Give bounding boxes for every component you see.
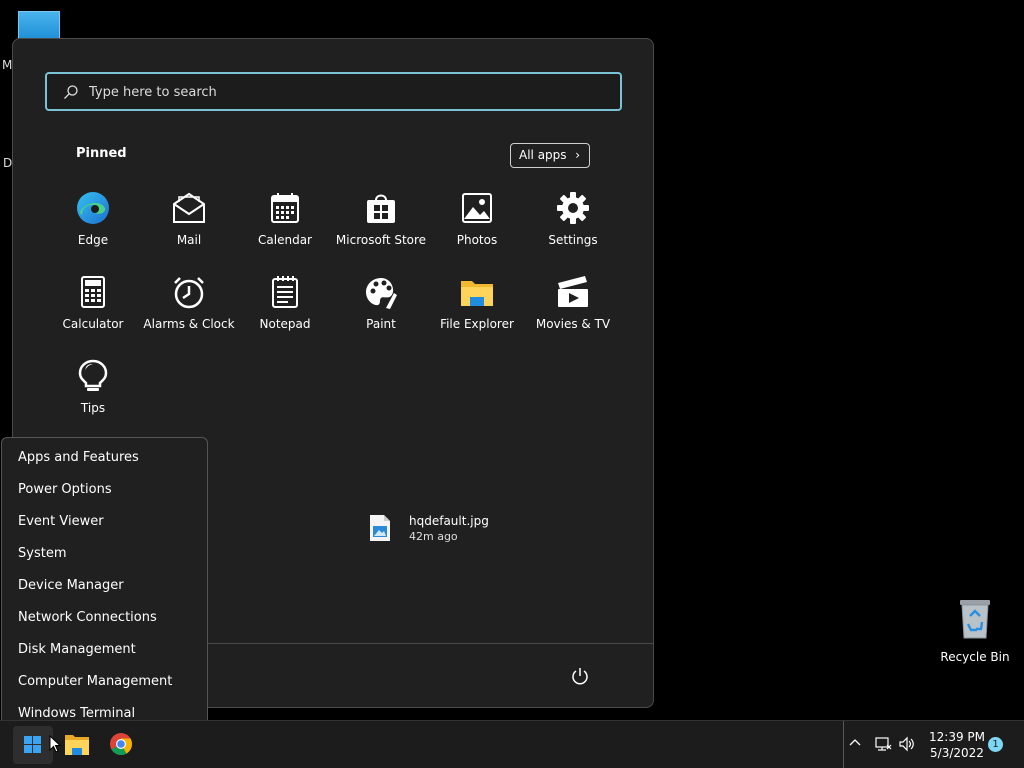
pinned-app-settings[interactable]: Settings (525, 191, 621, 247)
menu-item-disk-management[interactable]: Disk Management (18, 642, 136, 657)
recent-file-time: 42m ago (409, 530, 458, 543)
pinned-app-microsoft-store[interactable]: Microsoft Store (333, 191, 429, 247)
start-button[interactable] (13, 726, 53, 764)
recent-file-name: hqdefault.jpg (409, 514, 489, 528)
menu-item-event-viewer[interactable]: Event Viewer (18, 514, 104, 529)
menu-item-power-options[interactable]: Power Options (18, 482, 112, 497)
pinned-app-label: Microsoft Store (335, 233, 427, 247)
recycle-bin-icon (960, 600, 990, 639)
pinned-app-notepad[interactable]: Notepad (237, 275, 333, 331)
search-icon (64, 85, 78, 99)
pinned-app-label: Calendar (258, 233, 312, 247)
pinned-app-mail[interactable]: Mail (141, 191, 237, 247)
pinned-app-label: Settings (548, 233, 598, 247)
all-apps-button[interactable]: All apps › (510, 143, 590, 168)
notification-badge[interactable]: 1 (988, 737, 1003, 752)
photos-icon (462, 193, 492, 223)
menu-item-network-connections[interactable]: Network Connections (18, 610, 157, 625)
taskbar: 12:39 PM 5/3/2022 1 (0, 720, 1024, 768)
pinned-app-calculator[interactable]: Calculator (45, 275, 141, 331)
calendar-icon (271, 193, 299, 223)
pinned-app-paint[interactable]: Paint (333, 275, 429, 331)
menu-item-windows-terminal[interactable]: Windows Terminal (18, 706, 135, 721)
tray-divider (843, 721, 844, 768)
pinned-app-label: Mail (176, 233, 202, 247)
image-file-icon (370, 515, 390, 541)
pinned-app-label: Paint (366, 317, 396, 331)
alarm-clock-icon (174, 277, 204, 309)
pinned-app-file-explorer[interactable]: File Explorer (429, 275, 525, 331)
pinned-app-tips[interactable]: Tips (45, 359, 141, 415)
menu-item-device-manager[interactable]: Device Manager (18, 578, 124, 593)
pinned-app-label: Notepad (259, 317, 311, 331)
all-apps-label: All apps (519, 148, 567, 162)
pinned-heading: Pinned (76, 146, 127, 161)
chevron-up-icon[interactable] (848, 735, 862, 749)
pinned-app-edge[interactable]: Edge (45, 191, 141, 247)
pinned-app-label: Photos (456, 233, 498, 247)
menu-item-computer-management[interactable]: Computer Management (18, 674, 172, 689)
edge-icon (77, 192, 109, 224)
menu-item-system[interactable]: System (18, 546, 66, 561)
recycle-bin-label: Recycle Bin (940, 650, 1010, 664)
desktop-icon-label: D (3, 156, 13, 170)
pinned-app-photos[interactable]: Photos (429, 191, 525, 247)
volume-icon[interactable] (898, 736, 916, 752)
menu-item-apps-features[interactable]: Apps and Features (18, 450, 139, 465)
pinned-app-label: Alarms & Clock (143, 317, 235, 331)
clock-date: 5/3/2022 (930, 746, 984, 760)
pinned-app-label: Movies & TV (535, 317, 611, 331)
chevron-right-icon: › (575, 148, 580, 162)
file-explorer-taskbar-icon[interactable] (64, 734, 90, 756)
search-box[interactable] (45, 72, 622, 111)
mouse-cursor-icon (49, 735, 61, 753)
taskbar-clock[interactable]: 12:39 PM 5/3/2022 (926, 729, 988, 761)
pinned-app-calendar[interactable]: Calendar (237, 191, 333, 247)
network-icon[interactable] (874, 736, 892, 752)
desktop-icon-label: M (2, 58, 13, 72)
search-input[interactable] (89, 82, 589, 102)
lightbulb-icon (78, 359, 108, 391)
palette-icon (366, 278, 397, 309)
mail-icon (173, 192, 205, 223)
pinned-app-label: Calculator (62, 317, 124, 331)
gear-icon (557, 192, 589, 224)
power-icon[interactable] (571, 667, 589, 685)
pinned-app-label: Tips (80, 401, 106, 415)
pinned-app-label: Edge (77, 233, 109, 247)
clock-time: 12:39 PM (929, 730, 985, 744)
recycle-bin[interactable]: Recycle Bin (940, 596, 1010, 664)
folder-icon (461, 281, 493, 306)
pinned-app-alarms-clock[interactable]: Alarms & Clock (141, 275, 237, 331)
notepad-icon (272, 276, 298, 308)
desktop-icon[interactable] (18, 11, 60, 41)
winx-context-menu: Apps and Features Power Options Event Vi… (1, 437, 208, 722)
clapperboard-icon (558, 276, 588, 307)
chrome-icon[interactable] (109, 732, 133, 756)
pinned-app-label: File Explorer (440, 317, 514, 331)
store-icon (367, 194, 395, 223)
pinned-app-movies-tv[interactable]: Movies & TV (525, 275, 621, 331)
calculator-icon (81, 276, 105, 308)
